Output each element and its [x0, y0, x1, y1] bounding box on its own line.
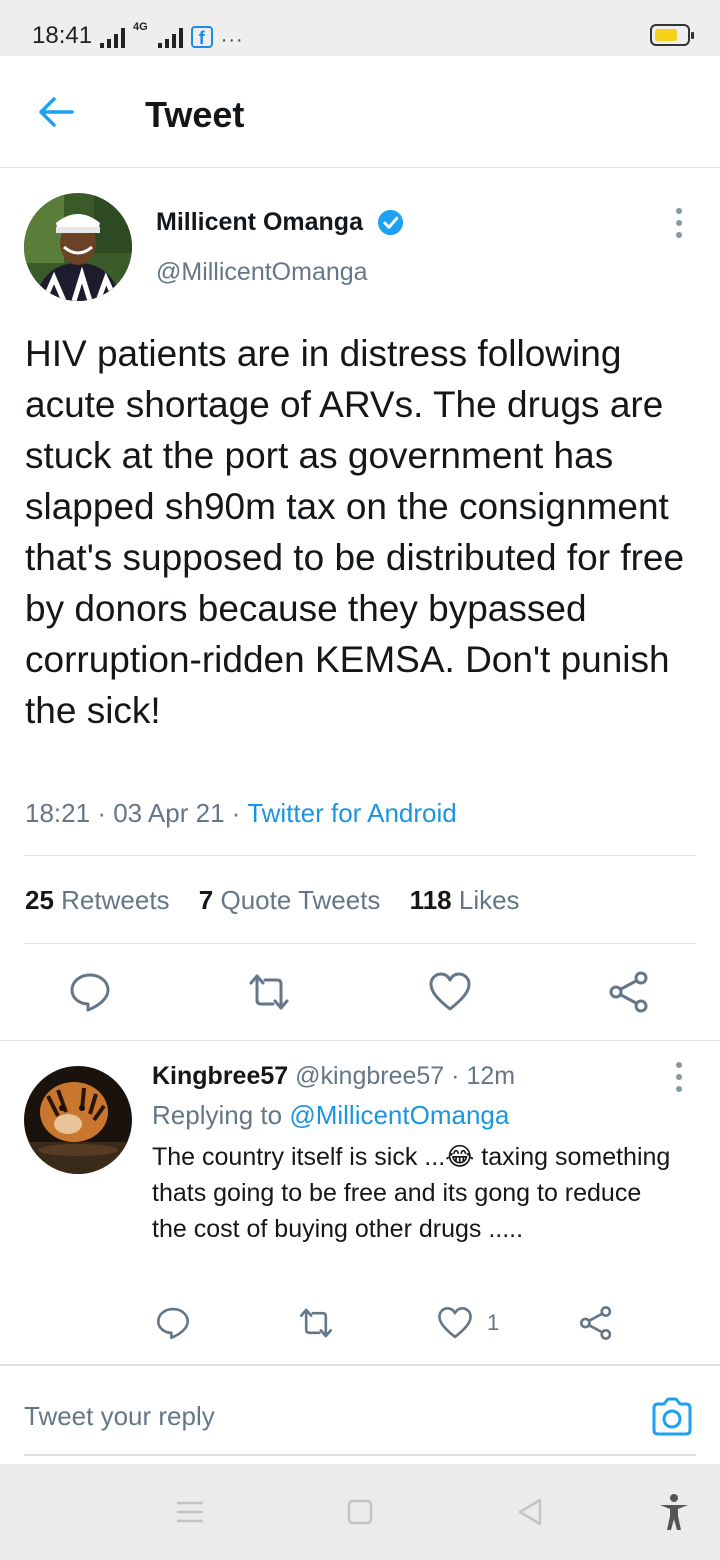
signal-icon-2	[157, 28, 183, 48]
reply-composer	[0, 1364, 720, 1464]
camera-icon[interactable]	[650, 1394, 694, 1438]
reply-reply-icon[interactable]	[155, 1305, 191, 1341]
retweets-stat[interactable]: 25 Retweets	[25, 885, 170, 915]
network-type-label: 4G	[133, 21, 148, 33]
reply-icon[interactable]	[68, 970, 112, 1014]
tweet-text: HIV patients are in distress following a…	[25, 333, 685, 731]
reply-age: 12m	[466, 1062, 516, 1090]
likes-stat[interactable]: 118 Likes	[410, 885, 520, 915]
reply-author-avatar[interactable]	[24, 1066, 132, 1174]
reply-like-count: 1	[487, 1310, 500, 1335]
author-handle[interactable]: @MillicentOmanga	[156, 258, 368, 287]
back-triangle-icon[interactable]	[510, 1492, 550, 1532]
app-header: Tweet	[0, 56, 720, 168]
reply-share-icon[interactable]	[578, 1305, 614, 1341]
quote-tweets-stat[interactable]: 7 Quote Tweets	[199, 885, 381, 915]
verified-badge-icon	[377, 209, 404, 236]
reply-text-part-1: The country itself is sick ...	[152, 1143, 446, 1171]
home-square-icon[interactable]	[340, 1492, 380, 1532]
reply-retweet-icon[interactable]	[298, 1305, 334, 1341]
reply-author-name[interactable]: Kingbree57	[152, 1062, 288, 1090]
tiger-avatar-image	[24, 1066, 132, 1174]
author-name[interactable]: Millicent Omanga	[156, 208, 363, 237]
divider	[25, 943, 696, 944]
reply-more-options-icon[interactable]	[664, 1060, 694, 1094]
more-notifications-icon: ···	[220, 29, 244, 51]
section-separator	[0, 1040, 720, 1041]
status-bar: 18:41 4G f ···	[0, 0, 720, 56]
reply-separator: ·	[451, 1062, 460, 1090]
more-options-icon[interactable]	[664, 206, 694, 240]
arrow-left-icon[interactable]	[36, 92, 76, 132]
reply-text: The country itself is sick ...😂 taxing s…	[152, 1139, 672, 1247]
replying-to-mention[interactable]: @MillicentOmanga	[289, 1100, 509, 1130]
divider	[25, 855, 696, 856]
reply-header: Kingbree57 @kingbree57 · 12m	[152, 1062, 515, 1091]
reply-like-heart-icon[interactable]	[437, 1305, 473, 1341]
share-icon[interactable]	[607, 970, 651, 1014]
page-title: Tweet	[145, 94, 245, 135]
like-heart-icon[interactable]	[428, 970, 472, 1014]
tweet-source-link[interactable]: Twitter for Android	[247, 798, 457, 828]
battery-icon	[650, 24, 694, 46]
avatar-image	[24, 193, 132, 301]
signal-icon	[100, 28, 125, 48]
composer-underline	[24, 1454, 696, 1456]
tweet-time: 18:21	[25, 798, 91, 828]
status-icons: 4G f ···	[100, 21, 244, 51]
menu-icon[interactable]	[170, 1492, 210, 1532]
replying-to: Replying to @MillicentOmanga	[152, 1100, 509, 1131]
status-time: 18:41	[32, 22, 93, 49]
meta-separator: ·	[231, 798, 241, 828]
tweet-meta: 18:21 · 03 Apr 21 · Twitter for Android	[25, 798, 457, 829]
accessibility-icon[interactable]	[654, 1492, 694, 1532]
system-nav-bar	[0, 1464, 720, 1560]
tweet-stats: 25 Retweets 7 Quote Tweets 118 Likes	[25, 885, 542, 916]
reply-input[interactable]	[24, 1392, 604, 1440]
retweet-icon[interactable]	[247, 970, 291, 1014]
tweet-date: 03 Apr 21	[113, 798, 225, 828]
facebook-icon: f	[190, 26, 213, 48]
reply-author-handle[interactable]: @kingbree57	[295, 1062, 444, 1090]
replying-to-label: Replying to	[152, 1100, 283, 1130]
laughing-emoji: 😂	[445, 1143, 475, 1171]
meta-separator: ·	[97, 798, 106, 828]
author-avatar[interactable]	[24, 193, 132, 301]
